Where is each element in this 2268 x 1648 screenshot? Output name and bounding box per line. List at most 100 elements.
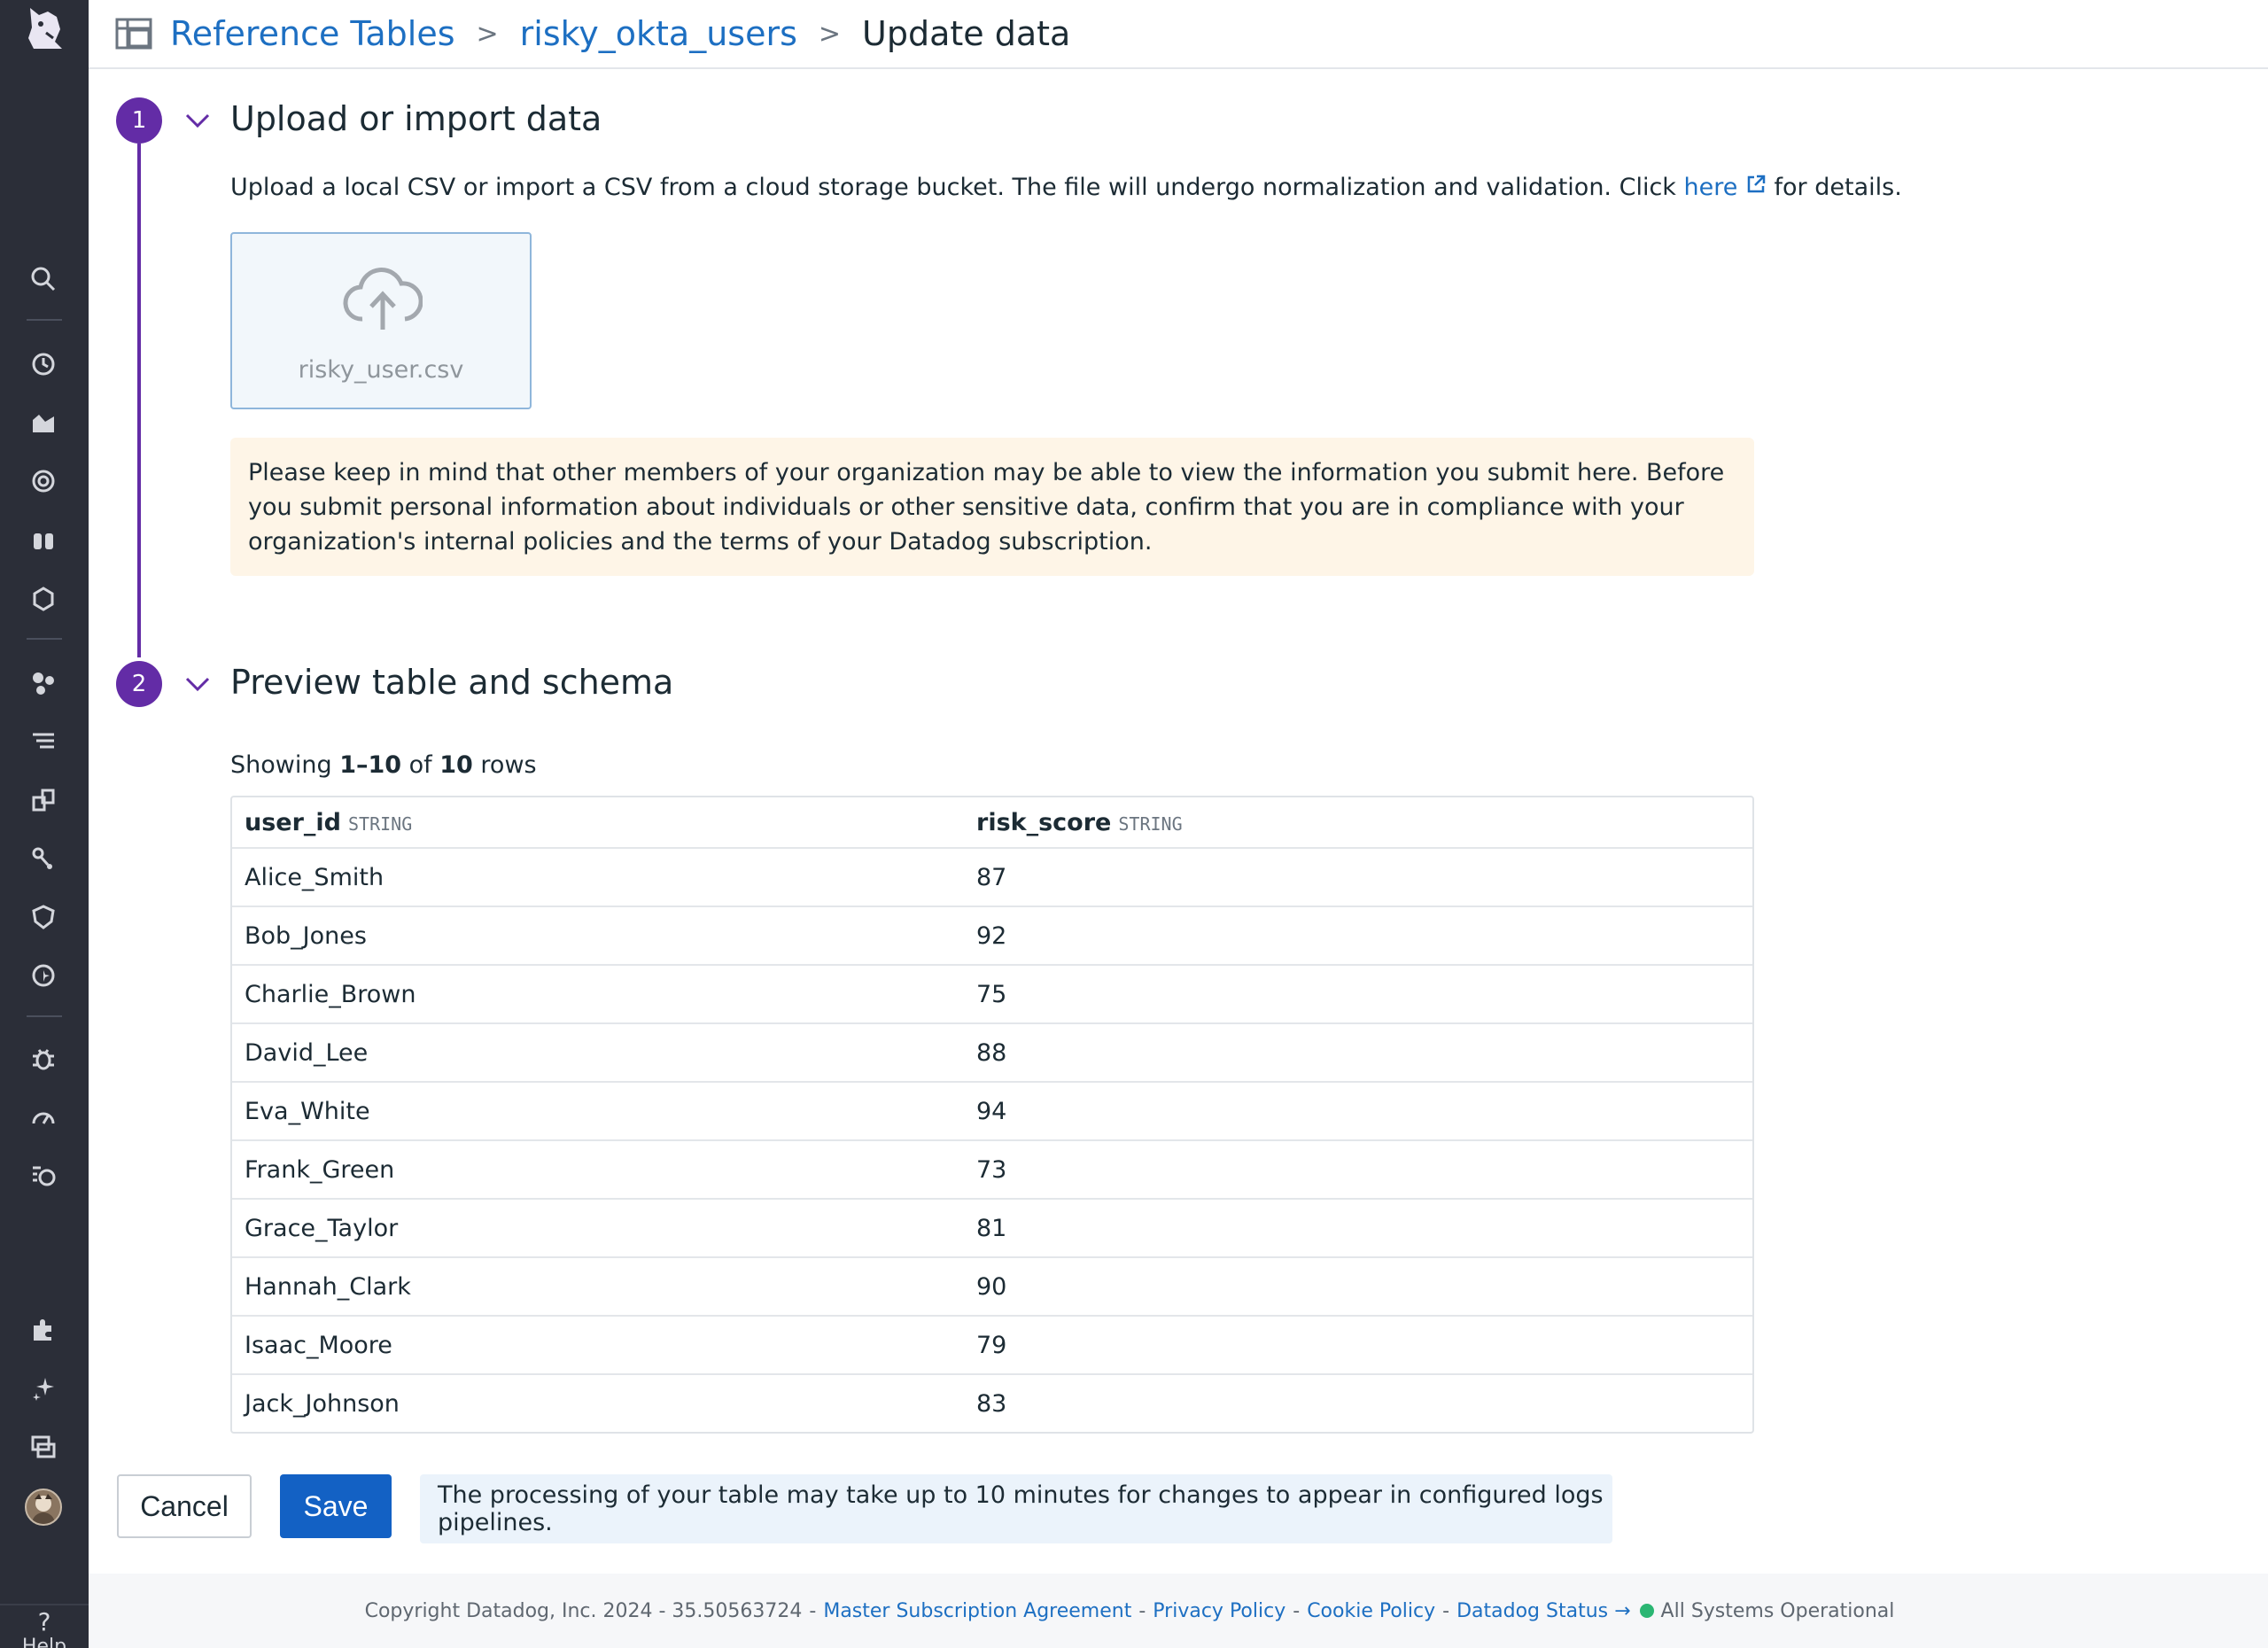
table-row: David_Lee 88 [232,1022,1752,1081]
row-count-summary: Showing 1–10 of 10 rows [230,751,537,779]
workspace-icon[interactable] [27,1430,60,1464]
column-header-risk-score: risk_score STRING [976,809,1738,836]
system-status-text: All Systems Operational [1660,1599,1895,1622]
breadcrumb-reference-tables[interactable]: Reference Tables [170,14,455,53]
table-cell: 92 [976,921,1007,950]
ai-icon[interactable] [27,1372,60,1405]
column-type: STRING [1118,812,1183,835]
table-cell: 94 [976,1097,1007,1125]
details-link[interactable]: here [1684,174,1738,201]
performance-icon[interactable] [27,1100,60,1134]
external-link-icon [1745,174,1767,201]
table-row: Alice_Smith 87 [232,847,1752,906]
column-name: risk_score [976,808,1112,836]
table-row: Grace_Taylor 81 [232,1198,1752,1256]
upload-description-suffix: for details. [1766,174,1902,201]
table-cell: Isaac_Moore [245,1331,392,1359]
step-2-number: 2 [116,661,162,707]
table-cell: 79 [976,1331,1007,1359]
avatar[interactable] [25,1489,62,1526]
footer: Copyright Datadog, Inc. 2024 - 35.505637… [89,1574,2268,1648]
table-header-row: user_id STRING risk_score STRING [232,797,1752,847]
table-cell: Hannah_Clark [245,1272,411,1301]
cancel-button[interactable]: Cancel [117,1474,252,1538]
watchdog-insights-icon[interactable] [27,959,60,992]
datadog-logo-icon[interactable] [18,0,71,55]
breadcrumb: Reference Tables > risky_okta_users > Up… [89,0,2268,69]
watchdog-icon[interactable] [27,523,60,556]
column-type: STRING [348,812,413,835]
table-cell: Charlie_Brown [245,980,416,1008]
file-upload-dropzone[interactable]: risky_user.csv [230,232,532,409]
table-cell: 83 [976,1389,1007,1418]
table-row: Eva_White 94 [232,1081,1752,1139]
history-icon[interactable] [27,347,60,381]
datadog-status-link[interactable]: Datadog Status → [1456,1600,1630,1622]
upload-description-text: Upload a local CSV or import a CSV from … [230,174,1684,201]
digital-experience-icon[interactable] [27,1159,60,1193]
sidebar-divider [27,319,62,321]
step-1-title: Upload or import data [230,99,602,138]
chevron-down-icon[interactable] [182,105,214,136]
synthetics-icon[interactable] [27,842,60,875]
privacy-policy-link[interactable]: Privacy Policy [1153,1600,1285,1622]
showing-label: Showing [230,751,340,779]
bug-icon[interactable] [27,1042,60,1076]
table-cell: 75 [976,980,1007,1008]
table-row: Isaac_Moore 79 [232,1315,1752,1373]
extensions-icon[interactable] [27,1313,60,1347]
table-cell: Eva_White [245,1097,370,1125]
sidebar-divider [27,1015,62,1017]
search-icon[interactable] [27,262,60,296]
processing-notice: The processing of your table may take up… [420,1474,1612,1543]
column-name: user_id [245,808,342,836]
table-cell: 73 [976,1155,1007,1184]
step-1-number: 1 [116,97,162,144]
chevron-down-icon[interactable] [182,668,214,700]
infrastructure-icon[interactable] [27,666,60,700]
cloud-upload-icon [343,268,423,335]
row-total: 10 [439,751,473,779]
table-row: Hannah_Clark 90 [232,1256,1752,1315]
integrations-icon[interactable] [27,581,60,615]
of-label: of [401,751,440,779]
footer-separator: - [809,1599,817,1622]
table-cell: Bob_Jones [245,921,367,950]
dashboards-icon[interactable] [27,406,60,439]
table-row: Frank_Green 73 [232,1139,1752,1198]
table-cell: 81 [976,1214,1007,1242]
step-2-title: Preview table and schema [230,663,674,702]
table-row: Bob_Jones 92 [232,906,1752,964]
upload-description: Upload a local CSV or import a CSV from … [230,174,1902,201]
logs-icon[interactable] [27,725,60,758]
chevron-right-icon: > [476,18,499,50]
step-connector-line [137,144,141,657]
cookie-policy-link[interactable]: Cookie Policy [1307,1600,1435,1622]
help-button[interactable]: ? Help [0,1604,89,1648]
footer-separator: - [1138,1599,1146,1622]
rows-label: rows [472,751,537,779]
column-header-user-id: user_id STRING [232,809,976,836]
table-row: Charlie_Brown 75 [232,964,1752,1022]
row-range: 1–10 [339,751,402,779]
reference-table-icon [115,14,154,53]
table-cell: 87 [976,863,1007,891]
chevron-right-icon: > [818,18,842,50]
help-icon: ? [37,1607,51,1636]
apm-icon[interactable] [27,783,60,817]
security-icon[interactable] [27,900,60,934]
table-cell: 90 [976,1272,1007,1301]
uploaded-file-name: risky_user.csv [298,356,464,384]
privacy-warning: Please keep in mind that other members o… [230,438,1754,576]
footer-separator: - [1442,1599,1450,1622]
page-title: Update data [862,14,1071,53]
footer-separator: - [1293,1599,1301,1622]
table-cell: Jack_Johnson [245,1389,400,1418]
master-subscription-agreement-link[interactable]: Master Subscription Agreement [823,1600,1131,1622]
monitors-icon[interactable] [27,464,60,498]
preview-table: user_id STRING risk_score STRING Alice_Smi… [230,796,1754,1434]
table-row: Jack_Johnson 83 [232,1373,1752,1432]
save-button[interactable]: Save [280,1474,392,1538]
sidebar: ? Help [0,0,89,1648]
breadcrumb-table-name[interactable]: risky_okta_users [520,14,797,53]
